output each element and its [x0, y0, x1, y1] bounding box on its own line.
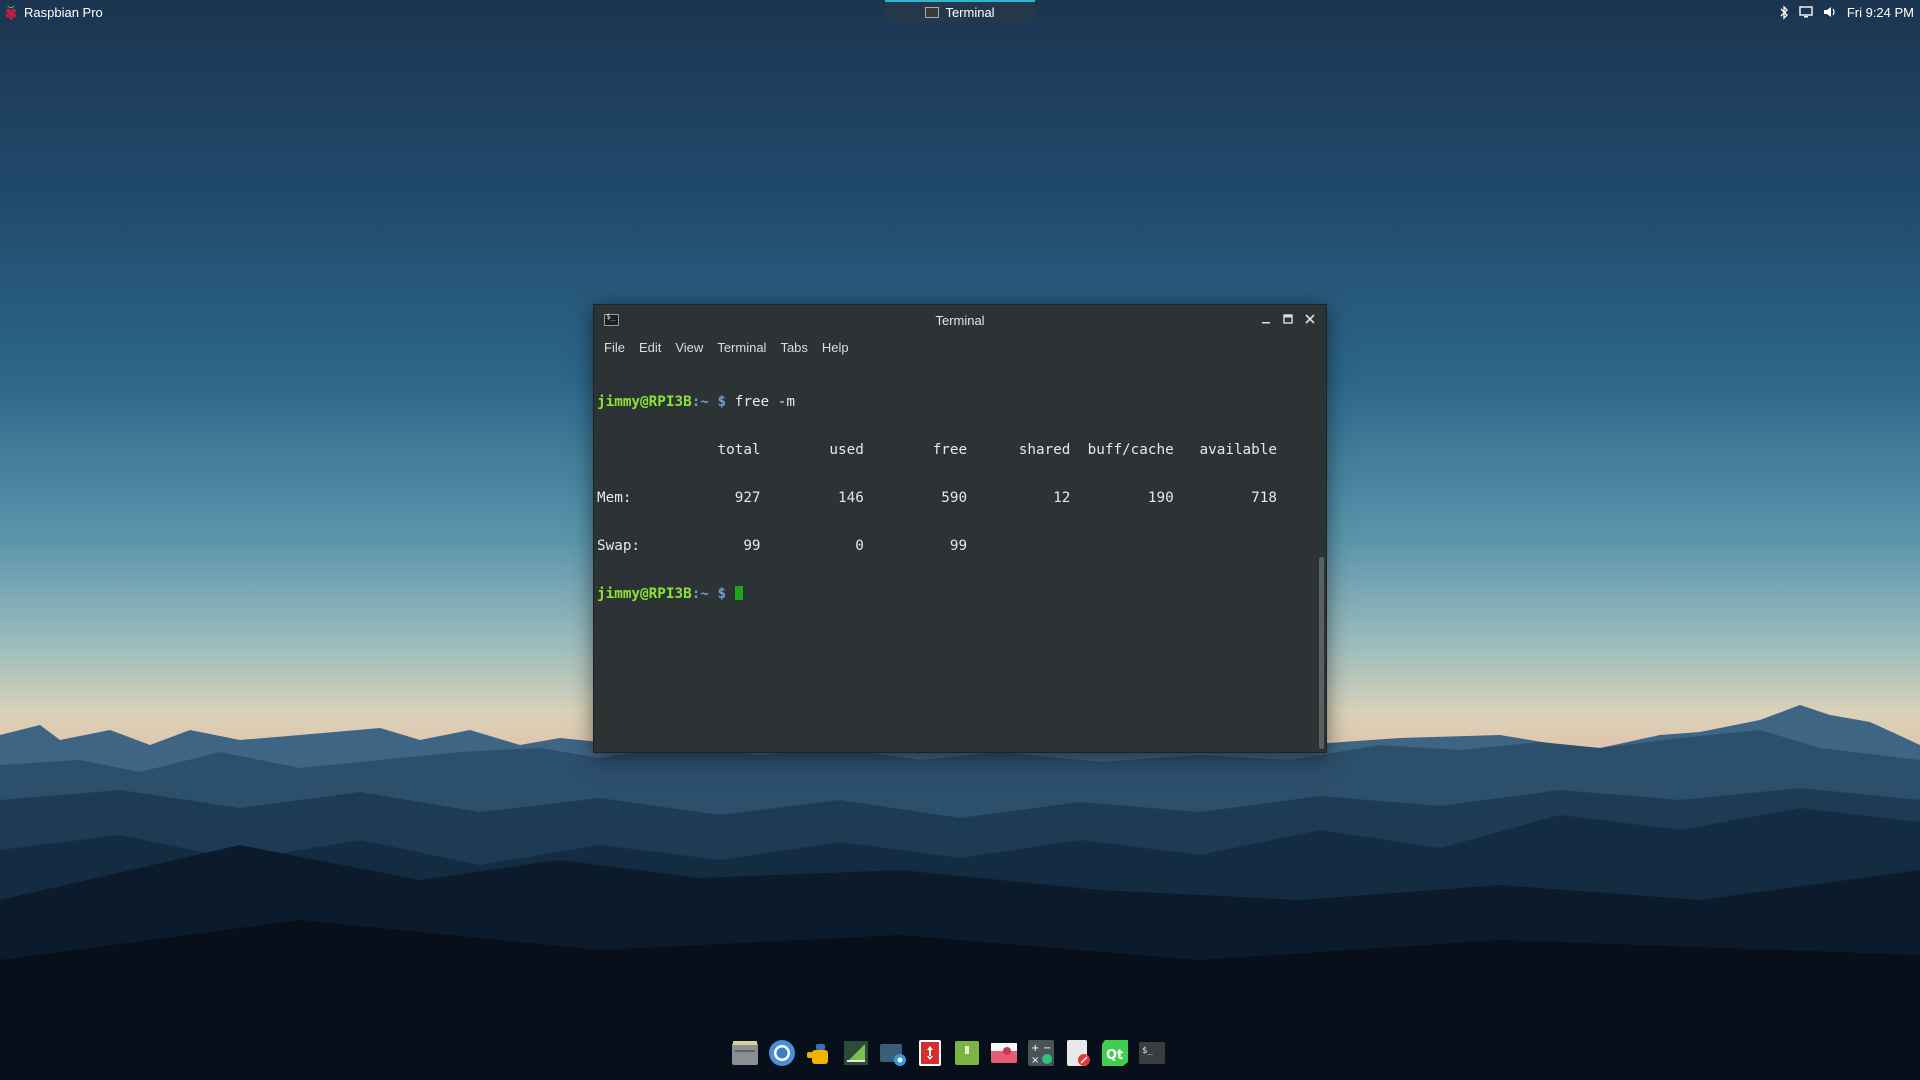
terminal-scrollbar[interactable]	[1319, 557, 1324, 749]
top-panel: Raspbian Pro Terminal Fri 9:24 PM	[0, 0, 1920, 24]
prompt-path: :~	[691, 394, 709, 410]
system-tray: Fri 9:24 PM	[1779, 0, 1914, 24]
command-text: free -m	[734, 394, 795, 410]
text-cursor	[734, 586, 743, 600]
chromium-icon[interactable]	[767, 1038, 797, 1068]
application-menu-button[interactable]: Raspbian Pro	[4, 2, 103, 22]
taskbar-terminal-label: Terminal	[945, 5, 995, 20]
python-idle-icon[interactable]	[804, 1038, 834, 1068]
archive-icon[interactable]	[952, 1038, 982, 1068]
text-editor-icon[interactable]	[1063, 1038, 1093, 1068]
prompt-symbol: $	[717, 394, 727, 410]
svg-text:Qt: Qt	[1106, 1048, 1123, 1063]
current-prompt-line: jimmy@RPI3B:~ $	[597, 586, 1313, 602]
output-row-mem: Mem: 927 146 590 12 190 718	[597, 490, 1277, 506]
menu-terminal[interactable]: Terminal	[717, 340, 773, 355]
dock: + − × Qt $_	[730, 1038, 1167, 1068]
screenshot-icon[interactable]	[878, 1038, 908, 1068]
clock[interactable]: Fri 9:24 PM	[1847, 5, 1914, 20]
terminal-menubar: File Edit View Terminal Tabs Help	[594, 335, 1326, 359]
image-viewer-icon[interactable]	[989, 1038, 1019, 1068]
maximize-icon[interactable]	[1280, 311, 1296, 327]
sd-card-copier-icon[interactable]	[915, 1038, 945, 1068]
file-manager-icon[interactable]	[730, 1038, 760, 1068]
terminal-output[interactable]: jimmy@RPI3B:~ $ free -m total used free …	[594, 361, 1316, 752]
application-menu-label: Raspbian Pro	[24, 4, 103, 20]
menu-help[interactable]: Help	[822, 340, 856, 355]
terminal-icon	[604, 312, 619, 326]
raspberry-pi-logo-icon	[6, 5, 16, 20]
prompt-user: jimmy@RPI3B	[597, 586, 692, 602]
prompt-path: :~	[691, 586, 709, 602]
qt-creator-icon[interactable]: Qt	[1100, 1038, 1130, 1068]
terminal-icon	[925, 7, 940, 18]
window-titlebar[interactable]: Terminal	[594, 305, 1326, 335]
menu-tabs[interactable]: Tabs	[780, 340, 814, 355]
menu-view[interactable]: View	[675, 340, 710, 355]
calculator-icon[interactable]: + − ×	[1026, 1038, 1056, 1068]
geany-icon[interactable]	[841, 1038, 871, 1068]
svg-text:−: −	[1043, 1043, 1051, 1054]
window-title: Terminal	[935, 312, 985, 328]
taskbar-terminal-button[interactable]: Terminal	[885, 0, 1035, 23]
svg-text:$_: $_	[1142, 1046, 1153, 1056]
minimize-icon[interactable]	[1258, 311, 1274, 327]
menu-file[interactable]: File	[604, 340, 632, 355]
command-line: jimmy@RPI3B:~ $ free -m	[597, 394, 1313, 410]
terminal-icon[interactable]: $_	[1137, 1038, 1167, 1068]
prompt-symbol: $	[717, 586, 727, 602]
terminal-window: Terminal File Edit View Terminal Tabs He…	[593, 304, 1327, 753]
svg-text:+: +	[1031, 1043, 1039, 1054]
svg-text:×: ×	[1031, 1055, 1039, 1066]
output-header: total used free shared buff/cache availa…	[597, 442, 1278, 458]
volume-icon[interactable]	[1823, 6, 1837, 18]
bluetooth-icon[interactable]	[1779, 4, 1789, 20]
output-row-swap: Swap: 99 0 99	[597, 538, 968, 554]
close-icon[interactable]	[1302, 311, 1318, 327]
prompt-user: jimmy@RPI3B	[597, 394, 692, 410]
display-icon[interactable]	[1799, 6, 1813, 18]
menu-edit[interactable]: Edit	[639, 340, 668, 355]
